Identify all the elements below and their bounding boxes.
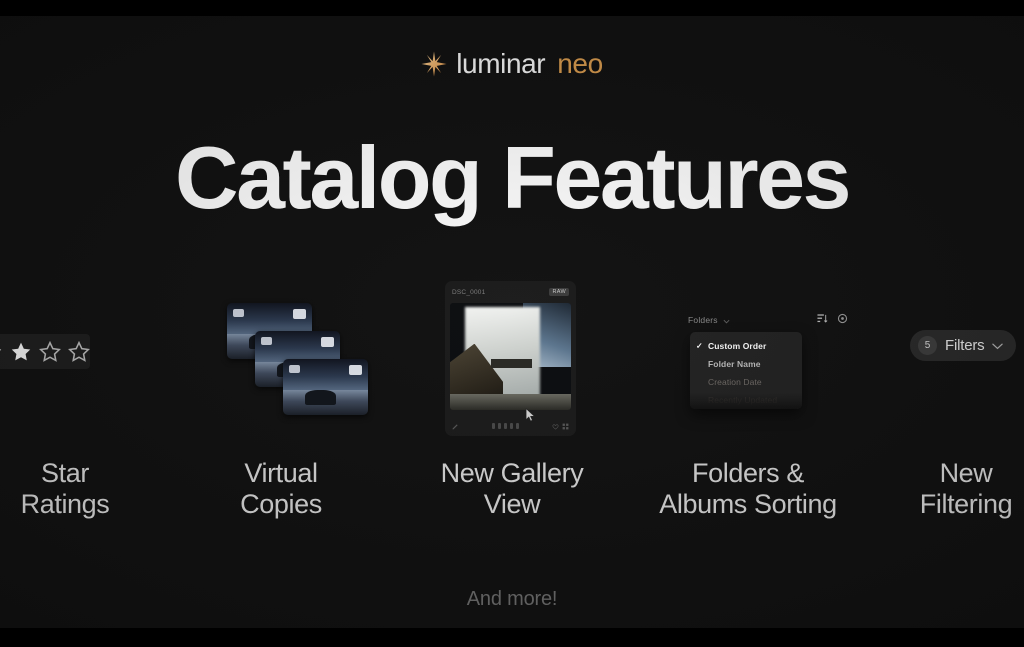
menu-item-custom-order[interactable]: ✓ Custom Order — [690, 337, 802, 355]
thumbnail-sky — [283, 359, 368, 392]
folders-panel: Folders ✓ Custom Order Folder Name Creat… — [688, 312, 863, 442]
gallery-card[interactable]: DSC_0001 RAW — [445, 281, 576, 436]
menu-item-label: Folder Name — [708, 359, 761, 369]
edit-icon[interactable] — [452, 423, 459, 430]
caption-line-2: Filtering — [919, 489, 1013, 519]
thumbnail-badge-left — [261, 337, 272, 345]
feature-new-filtering: 5 Filters New Filtering — [866, 266, 1024, 566]
rating-tick — [510, 423, 513, 429]
gallery-card-filename: DSC_0001 — [452, 288, 486, 296]
feature-new-gallery-view: DSC_0001 RAW New Gallery View — [397, 266, 627, 566]
filters-count-badge: 5 — [918, 336, 937, 355]
photo-foreground — [450, 393, 571, 410]
rating-tick — [516, 423, 519, 429]
menu-item-folder-name[interactable]: Folder Name — [690, 355, 802, 373]
rating-tick — [498, 423, 501, 429]
thumbnail-badge-left — [289, 365, 300, 373]
virtual-copies-art — [166, 266, 396, 451]
thumbnail-badge-right — [293, 309, 306, 319]
gallery-view-art: DSC_0001 RAW — [397, 266, 627, 451]
feature-row: Star Ratings Virtual Copies DSC_0001 RAW… — [0, 266, 1024, 566]
thumbnail-badge-right — [321, 337, 334, 347]
menu-item-recently-updated[interactable]: Recently Updated — [690, 391, 802, 409]
grid-icon[interactable] — [562, 423, 569, 430]
caption-line-1: Virtual — [244, 458, 318, 488]
slide-screen: luminar neo Catalog Features Star Rating… — [0, 0, 1024, 647]
menu-item-label: Custom Order — [708, 341, 767, 351]
menu-item-creation-date[interactable]: Creation Date — [690, 373, 802, 391]
thumbnail-stack[interactable] — [221, 301, 368, 421]
heart-icon[interactable] — [552, 423, 559, 430]
filters-button-label: Filters — [945, 337, 985, 354]
caption-line-1: New — [939, 458, 993, 488]
menu-item-label: Creation Date — [708, 377, 762, 387]
feature-caption-new-gallery-view: New Gallery View — [397, 458, 627, 520]
thumbnail-badge-right — [349, 365, 362, 375]
folders-sorting-art: Folders ✓ Custom Order Folder Name Creat… — [633, 266, 863, 451]
settings-circle-icon[interactable] — [837, 311, 848, 329]
sparkle-icon — [421, 51, 447, 77]
feature-caption-star-ratings: Star Ratings — [0, 458, 180, 520]
letterbox-bottom — [0, 628, 1024, 647]
photo-ledge — [491, 358, 533, 369]
rating-ticks[interactable] — [492, 423, 519, 429]
check-icon: ✓ — [696, 341, 703, 351]
gallery-card-header: DSC_0001 RAW — [445, 281, 576, 303]
caption-line-2: Albums Sorting — [659, 489, 837, 519]
feature-star-ratings: Star Ratings — [0, 266, 180, 566]
sort-list-icon[interactable] — [817, 311, 828, 329]
footer-note: And more! — [466, 588, 558, 610]
folders-header-label: Folders — [688, 315, 718, 325]
star-rating-control[interactable] — [0, 334, 90, 369]
star-icon-filled-2[interactable] — [0, 341, 3, 363]
feature-virtual-copies: Virtual Copies — [166, 266, 396, 566]
feature-folders-albums-sorting: Folders ✓ Custom Order Folder Name Creat… — [633, 266, 863, 566]
menu-item-label: Recently Updated — [708, 395, 778, 405]
caption-line-1: Star — [41, 458, 89, 488]
feature-caption-folders-albums-sorting: Folders & Albums Sorting — [633, 458, 863, 520]
gallery-card-toolbar — [445, 416, 576, 436]
page-title: Catalog Features — [175, 128, 851, 227]
thumbnail-rock — [305, 390, 336, 405]
new-filtering-art: 5 Filters — [866, 266, 1024, 451]
caption-line-2: View — [483, 489, 541, 519]
caption-line-1: New Gallery — [440, 458, 584, 488]
slide-stage: luminar neo Catalog Features Star Rating… — [0, 16, 1024, 628]
caption-line-1: Folders & — [692, 458, 804, 488]
feature-caption-virtual-copies: Virtual Copies — [166, 458, 396, 520]
brand-name-primary: luminar — [456, 48, 546, 79]
chevron-down-icon[interactable] — [723, 311, 730, 329]
gallery-card-actions — [552, 423, 569, 430]
caption-line-2: Copies — [240, 489, 322, 519]
filters-button[interactable]: 5 Filters — [910, 330, 1017, 361]
star-icon-empty-5[interactable] — [68, 340, 90, 363]
gallery-card-photo[interactable] — [450, 303, 571, 410]
thumbnail-3[interactable] — [283, 359, 368, 415]
brand-name-secondary: neo — [557, 48, 603, 79]
rating-tick — [492, 423, 495, 429]
gallery-card-format-badge: RAW — [549, 288, 569, 296]
folders-header[interactable]: Folders — [688, 312, 848, 328]
brand-logo: luminar neo — [0, 48, 1024, 80]
mouse-cursor-icon — [525, 408, 536, 422]
sort-dropdown-menu[interactable]: ✓ Custom Order Folder Name Creation Date… — [690, 332, 802, 409]
thumbnail-badge-left — [233, 309, 244, 317]
letterbox-top — [0, 0, 1024, 16]
feature-caption-new-filtering: New Filtering — [866, 458, 1024, 520]
star-ratings-art — [0, 266, 180, 451]
folders-header-actions — [817, 311, 848, 329]
rating-tick — [504, 423, 507, 429]
chevron-down-icon[interactable] — [992, 337, 1004, 355]
caption-line-2: Ratings — [20, 489, 110, 519]
star-icon-filled-3[interactable] — [10, 341, 32, 363]
star-icon-empty-4[interactable] — [39, 340, 61, 363]
